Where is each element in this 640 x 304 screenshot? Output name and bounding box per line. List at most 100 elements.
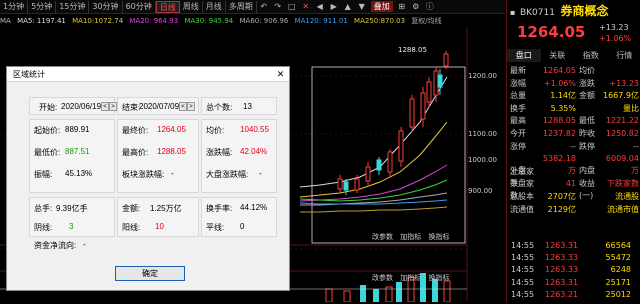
- tab-guanlian[interactable]: 关联: [541, 49, 575, 62]
- start-prev-button[interactable]: <: [101, 102, 109, 111]
- flow-label: 资金净流向:: [34, 240, 76, 251]
- quote-value-2: 1221.22: [601, 115, 639, 127]
- change-pct: +1.06%: [599, 33, 639, 45]
- settings-small-icon[interactable]: ▪: [510, 8, 515, 17]
- tick-price: 1263.33: [545, 252, 591, 264]
- quote-value: 1.14亿: [538, 90, 576, 102]
- tab-30min[interactable]: 30分钟: [89, 1, 122, 13]
- right-arrow-icon[interactable]: ▶: [328, 1, 340, 13]
- quote-label: 涨幅: [510, 78, 538, 90]
- quote-value-2: +13.23: [601, 78, 639, 90]
- yang-value: 10: [155, 222, 164, 231]
- tab-1min[interactable]: 1分钟: [0, 1, 28, 13]
- open-label: 起始价:: [34, 125, 60, 136]
- quote-row: 总量1.14亿金额1667.9亿: [507, 90, 640, 102]
- tool-icon[interactable]: ⊞: [396, 1, 408, 13]
- high-value: 1288.05: [157, 147, 186, 156]
- quote-row: 换手5.35%量比: [507, 103, 640, 115]
- ma-tail[interactable]: 复权/均线: [411, 17, 441, 25]
- tick-volume: 25171: [591, 277, 631, 289]
- modify-param-button[interactable]: 改参数: [372, 233, 393, 241]
- y-tick-900: 900.00: [468, 187, 493, 195]
- avg-label: 均价:: [206, 125, 224, 136]
- close-icon[interactable]: ✕: [275, 69, 286, 80]
- tick-price: 1263.33: [545, 264, 591, 276]
- tick-time: 14:55: [511, 277, 545, 289]
- quote-row: 平盘家数收益(一): [507, 178, 640, 190]
- peak-price-label: 1288.05: [398, 46, 427, 54]
- tab-weekly[interactable]: 周线: [180, 1, 203, 13]
- tab-zhishu[interactable]: 指数: [574, 49, 608, 62]
- quote-row: 外盘5382.18万内盘6009.04万: [507, 153, 640, 165]
- sector-amp-value: -: [171, 169, 174, 178]
- yin-value: 3: [69, 222, 73, 231]
- market-amp-value: -: [259, 169, 262, 178]
- quote-label-2: 金额: [579, 90, 601, 102]
- vol-label: 总手:: [34, 203, 52, 214]
- end-next-button[interactable]: >: [187, 102, 195, 111]
- square-icon[interactable]: □: [286, 1, 298, 13]
- stock-code: BK0711: [520, 8, 555, 18]
- switch-indicator-button[interactable]: 换指标: [428, 233, 449, 241]
- quote-value-2: 1250.82: [601, 128, 639, 140]
- tab-5min[interactable]: 5分钟: [28, 1, 56, 13]
- tab-monthly[interactable]: 月线: [203, 1, 226, 13]
- quote-label: 最新: [510, 65, 538, 77]
- quote-value: 1237.82: [538, 128, 576, 140]
- switch-indicator-button-2[interactable]: 换指标: [428, 274, 449, 282]
- undo-icon[interactable]: ↶: [258, 1, 270, 13]
- add-indicator-button-2[interactable]: 加指标: [400, 274, 421, 282]
- left-arrow-icon[interactable]: ◀: [314, 1, 326, 13]
- quote-label-2: 均价: [579, 65, 601, 77]
- tab-daily[interactable]: 日线: [156, 1, 180, 13]
- amp-value: 45.13%: [65, 169, 92, 178]
- count-value: 13: [243, 102, 252, 111]
- vol-value: 9.39亿手: [56, 203, 88, 214]
- quote-row: 最新1264.05均价: [507, 65, 640, 77]
- modify-param-button-2[interactable]: 改参数: [372, 274, 393, 282]
- quote-label: 今开: [510, 128, 538, 140]
- tick-time: 14:55: [511, 264, 545, 276]
- quote-label-2: 昨收: [579, 128, 601, 140]
- quote-label: 总量: [510, 90, 538, 102]
- settings-icon[interactable]: ⚙: [410, 1, 422, 13]
- quote-row: 上涨家数41下跌家数: [507, 166, 640, 178]
- indicator-tabs-2: 改参数 加指标 换指标: [372, 273, 449, 283]
- quote-value: 1264.05: [538, 65, 576, 77]
- dialog-title: 区域统计: [13, 70, 45, 79]
- tab-pankou[interactable]: 盘口: [507, 49, 541, 62]
- tab-60min[interactable]: 60分钟: [123, 1, 156, 13]
- cross-icon[interactable]: ✕: [300, 1, 312, 13]
- overlay-button[interactable]: 叠加: [371, 1, 393, 12]
- up-arrow-icon[interactable]: ▲: [342, 1, 354, 13]
- ma60-value: MA60: 906.96: [239, 17, 288, 25]
- tick-row: 14:551263.3166564: [507, 240, 640, 252]
- quote-value-2: 量比: [601, 103, 639, 115]
- tab-15min[interactable]: 15分钟: [56, 1, 89, 13]
- turn-label: 换手率:: [206, 203, 232, 214]
- flat-label: 平线:: [206, 222, 224, 233]
- tick-price: 1263.21: [545, 289, 591, 301]
- redo-icon[interactable]: ↷: [272, 1, 284, 13]
- down-arrow-icon[interactable]: ▼: [356, 1, 368, 13]
- dialog-title-bar: 区域统计 ✕: [7, 67, 289, 82]
- end-prev-button[interactable]: <: [179, 102, 187, 111]
- info-icon[interactable]: ⓘ: [424, 1, 436, 13]
- add-indicator-button[interactable]: 加指标: [400, 233, 421, 241]
- tab-multi-period[interactable]: 多周期: [226, 1, 257, 13]
- flat-value: 0: [240, 222, 244, 231]
- quote-value-2: 流通股: [601, 191, 639, 203]
- chg-value: 42.04%: [240, 147, 267, 156]
- quote-panel: ▪ BK0711 券商概念 1264.05 +13.23 +1.06% 盘口 关…: [506, 0, 640, 302]
- ma30-value: MA30: 945.94: [184, 17, 233, 25]
- low-label: 最低价:: [34, 147, 60, 158]
- ma20-value: MA20: 964.93: [129, 17, 178, 25]
- close-price-value: 1264.05: [157, 125, 186, 134]
- quote-value: 2707亿: [538, 191, 576, 203]
- quote-row: 流通值2129亿流通市值: [507, 204, 640, 216]
- tab-hangqing[interactable]: 行情: [608, 49, 640, 62]
- ok-button[interactable]: 确定: [115, 266, 185, 281]
- tick-row: 14:551263.3125171: [507, 277, 640, 289]
- quote-row: 涨停--跌停--: [507, 141, 640, 153]
- start-next-button[interactable]: >: [109, 102, 117, 111]
